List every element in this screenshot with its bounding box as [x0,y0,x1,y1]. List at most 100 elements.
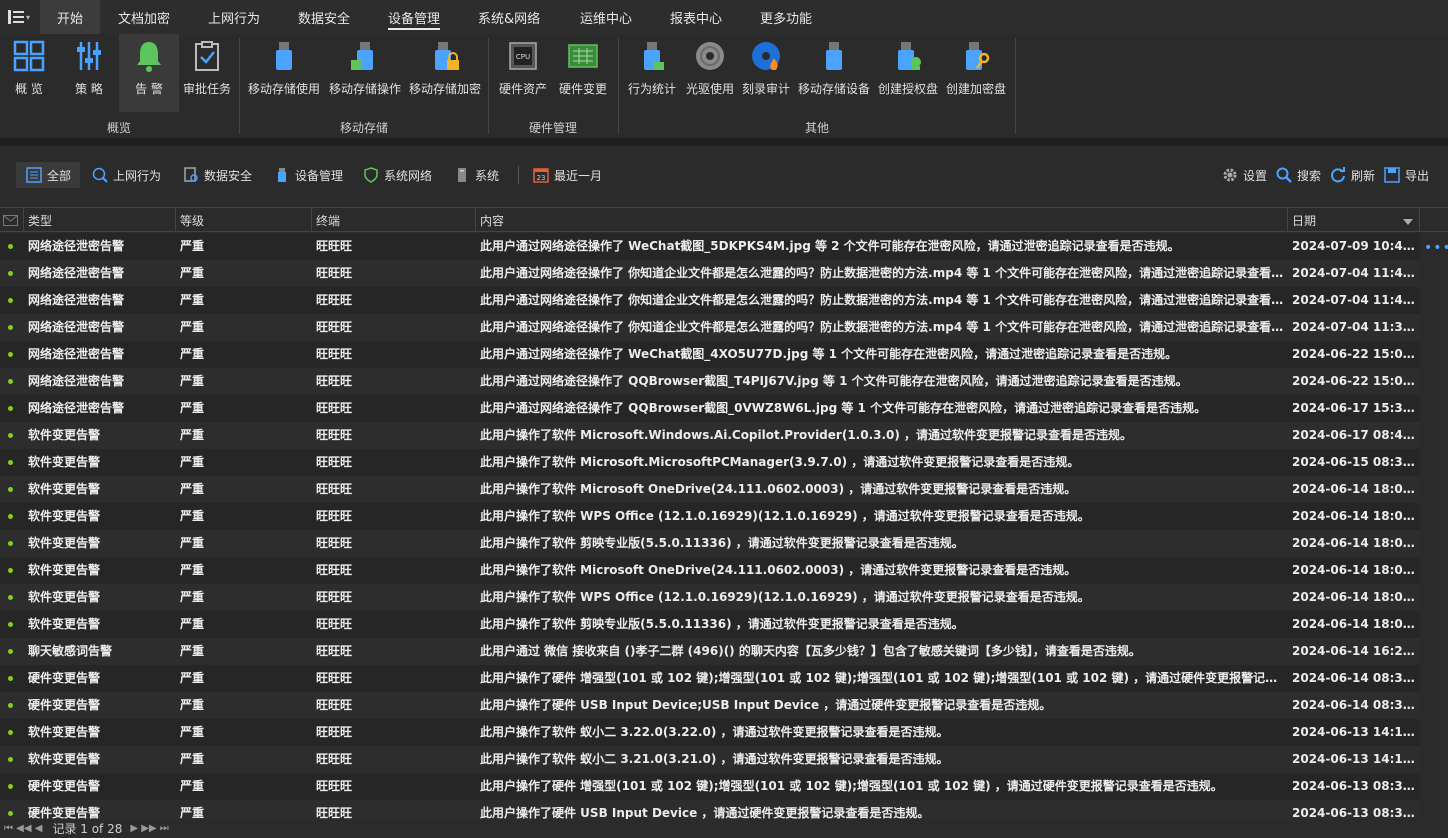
export-button[interactable]: 导出 [1384,162,1429,188]
optical-drive-button[interactable]: 光驱使用 [683,34,737,114]
status-dot [8,703,13,708]
usb-device-button[interactable]: 移动存储设备 [796,34,872,114]
table-row[interactable]: 硬件变更告警 严重 旺旺旺 此用户操作了硬件 增强型(101 或 102 键);增强型… [0,665,1420,692]
refresh-button[interactable]: 刷新 [1330,162,1375,188]
table-row[interactable]: 硬件变更告警 严重 旺旺旺 此用户操作了硬件 USB Input Device ，请通… [0,800,1420,819]
table-row[interactable]: 网络途径泄密告警 严重 旺旺旺 此用户通过网络途径操作了 你知道企业文件都是怎么泄露的… [0,314,1420,341]
pager-next-icon[interactable]: ▶ ▶▶ ⏭ [130,823,168,834]
create-encrypt-disk-button[interactable]: 创建加密盘 [944,34,1008,114]
record-count: 记录 1 of 28 [52,822,123,836]
table-row[interactable]: 软件变更告警 严重 旺旺旺 此用户操作了软件 剪映专业版(5.5.0.11336) ，… [0,530,1420,557]
cell-terminal: 旺旺旺 [316,455,353,469]
column-header-terminal[interactable]: 终端 [312,208,476,232]
cell-terminal: 旺旺旺 [316,617,353,631]
burn-audit-button[interactable]: 刻录审计 [739,34,793,114]
approval-task-button[interactable]: 审批任务 [181,34,233,114]
behavior-stats-button[interactable]: 行为统计 [625,34,679,114]
cell-level: 严重 [180,293,205,307]
table-row[interactable]: 网络途径泄密告警 严重 旺旺旺 此用户通过网络途径操作了 你知道企业文件都是怎么泄露的… [0,260,1420,287]
cell-type: 软件变更告警 [28,509,101,523]
filter-system-network-button[interactable]: 系统网络 [363,162,432,188]
cell-content: 此用户操作了硬件 增强型(101 或 102 键);增强型(101 或 102 … [480,671,1286,685]
vertical-scrollbar[interactable] [1420,233,1448,819]
policy-button[interactable]: 策 略 [64,34,114,114]
overview-button[interactable]: 概 览 [4,34,54,114]
status-dot [8,406,13,411]
table-row[interactable]: 软件变更告警 严重 旺旺旺 此用户操作了软件 蚁小二 3.22.0(3.22.0) ，… [0,719,1420,746]
filter-web-button[interactable]: 上网行为 [92,162,161,188]
status-dot [8,271,13,276]
usb-usage-button[interactable]: 移动存储使用 [245,34,323,114]
usb-encrypt-button[interactable]: 移动存储加密 [406,34,484,114]
menu-web-behavior[interactable]: 上网行为 [208,0,260,34]
cell-type: 硬件变更告警 [28,779,101,793]
table-row[interactable]: 网络途径泄密告警 严重 旺旺旺 此用户通过网络途径操作了 WeChat截图_5DKPK… [0,233,1420,260]
table-row[interactable]: 软件变更告警 严重 旺旺旺 此用户操作了软件 Microsoft.MicrosoftP… [0,449,1420,476]
gear-icon [1222,167,1238,183]
cell-level: 严重 [180,563,205,577]
cell-content: 此用户通过网络途径操作了 你知道企业文件都是怎么泄露的吗？防止数据泄密的方法.m… [480,266,1286,280]
table-row[interactable]: 网络途径泄密告警 严重 旺旺旺 此用户通过网络途径操作了 QQBrowser截图_0V… [0,395,1420,422]
bell-icon [131,38,167,74]
hardware-assets-button[interactable]: CPU 硬件资产 [495,34,551,114]
cell-type: 软件变更告警 [28,455,101,469]
cell-date: 2024-07-04 11:40:43 [1292,266,1418,280]
menu-ops-center[interactable]: 运维中心 [580,0,632,34]
usb-operation-button[interactable]: 移动存储操作 [326,34,404,114]
menu-list-icon[interactable]: ▾ [0,0,38,34]
cell-level: 严重 [180,374,205,388]
filter-system-button[interactable]: 系统 [454,162,499,188]
group-divider [1015,38,1016,134]
cell-type: 网络途径泄密告警 [28,320,125,334]
cell-content: 此用户通过网络途径操作了 QQBrowser截图_0VWZ8W6L.jpg 等 … [480,401,1207,415]
menu-data-security[interactable]: 数据安全 [298,0,350,34]
menu-more[interactable]: 更多功能 [760,0,812,34]
list-icon [26,167,42,183]
cell-type: 聊天敏感词告警 [28,644,113,658]
filter-device-button[interactable]: 设备管理 [274,162,343,188]
cell-terminal: 旺旺旺 [316,347,353,361]
table-row[interactable]: 硬件变更告警 严重 旺旺旺 此用户操作了硬件 USB Input Device;USB… [0,692,1420,719]
column-header-date[interactable]: 日期 [1288,208,1420,232]
cell-terminal: 旺旺旺 [316,806,353,819]
cell-content: 此用户操作了硬件 USB Input Device ，请通过硬件变更报警记录查看… [480,806,930,819]
svg-text:23: 23 [537,174,546,182]
table-row[interactable]: 软件变更告警 严重 旺旺旺 此用户操作了软件 Microsoft.Windows.Ai… [0,422,1420,449]
search-button[interactable]: 搜索 [1276,162,1321,188]
table-row[interactable]: 软件变更告警 严重 旺旺旺 此用户操作了软件 WPS Office (12.1.0.1… [0,503,1420,530]
menu-doc-encrypt[interactable]: 文档加密 [118,0,170,34]
cell-content: 此用户操作了软件 Microsoft.MicrosoftPCManager(3.… [480,455,1080,469]
column-header-type[interactable]: 类型 [24,208,176,232]
settings-button[interactable]: 设置 [1222,162,1267,188]
table-row[interactable]: 软件变更告警 严重 旺旺旺 此用户操作了软件 蚁小二 3.21.0(3.21.0) ，… [0,746,1420,773]
hardware-change-button[interactable]: 硬件变更 [555,34,611,114]
column-header-level[interactable]: 等级 [176,208,312,232]
table-row[interactable]: 网络途径泄密告警 严重 旺旺旺 此用户通过网络途径操作了 WeChat截图_4XO5U… [0,341,1420,368]
table-row[interactable]: 软件变更告警 严重 旺旺旺 此用户操作了软件 剪映专业版(5.5.0.11336) ，… [0,611,1420,638]
search-icon [1276,167,1292,183]
table-row[interactable]: 硬件变更告警 严重 旺旺旺 此用户操作了硬件 增强型(101 或 102 键);增强型… [0,773,1420,800]
filter-last-month-button[interactable]: 23 最近一月 [533,162,602,188]
filter-all-button[interactable]: 全部 [16,162,80,188]
menu-device-management[interactable]: 设备管理 [388,0,441,34]
menu-system-network[interactable]: 系统&网络 [478,0,540,34]
table-row[interactable]: 软件变更告警 严重 旺旺旺 此用户操作了软件 WPS Office (12.1.0.1… [0,584,1420,611]
filter-data-security-button[interactable]: 数据安全 [183,162,252,188]
table-row[interactable]: 软件变更告警 严重 旺旺旺 此用户操作了软件 Microsoft OneDrive(2… [0,476,1420,503]
table-row[interactable]: 软件变更告警 严重 旺旺旺 此用户操作了软件 Microsoft OneDrive(2… [0,557,1420,584]
table-row[interactable]: 聊天敏感词告警 严重 旺旺旺 此用户通过 微信 接收来自 ()孝子二群 (496)()… [0,638,1420,665]
table-row[interactable]: 网络途径泄密告警 严重 旺旺旺 此用户通过网络途径操作了 QQBrowser截图_T4… [0,368,1420,395]
row-more-icon[interactable]: ••• [1424,240,1448,256]
cell-level: 严重 [180,455,205,469]
cell-type: 硬件变更告警 [28,698,101,712]
column-header-content[interactable]: 内容 [476,208,1288,232]
envelope-icon[interactable] [0,208,24,232]
menu-start[interactable]: 开始 [40,0,100,34]
table-row[interactable]: 网络途径泄密告警 严重 旺旺旺 此用户通过网络途径操作了 你知道企业文件都是怎么泄露的… [0,287,1420,314]
alert-button[interactable]: 告 警 [119,34,179,112]
cell-content: 此用户操作了软件 蚁小二 3.22.0(3.22.0) ，请通过软件变更报警记录… [480,725,949,739]
cell-level: 严重 [180,239,205,253]
create-auth-disk-button[interactable]: 创建授权盘 [876,34,940,114]
pager-prev-icon[interactable]: ⏮ ◀◀ ◀ [4,823,42,834]
menu-report-center[interactable]: 报表中心 [670,0,722,34]
